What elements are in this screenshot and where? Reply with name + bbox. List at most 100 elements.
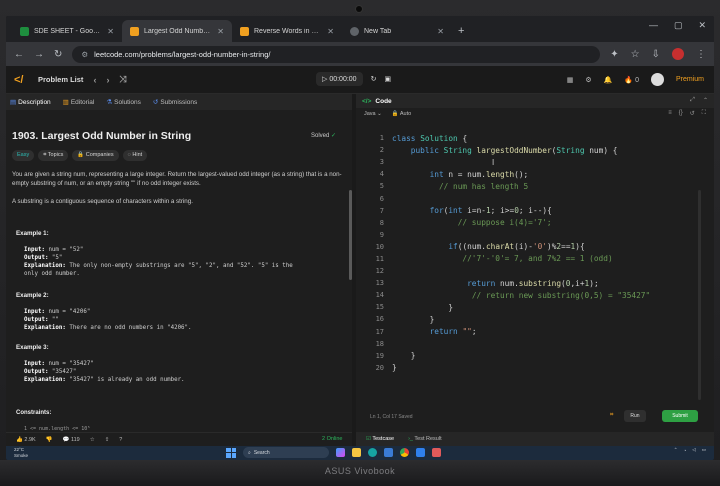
next-problem-icon[interactable]: › — [106, 75, 109, 85]
reset-icon[interactable]: ↺ — [690, 110, 695, 117]
close-icon[interactable]: ✕ — [217, 27, 224, 36]
brackets-icon[interactable]: {} — [679, 110, 683, 117]
user-avatar[interactable] — [650, 73, 664, 86]
back-icon[interactable]: ← — [14, 49, 24, 60]
site-info-icon[interactable]: ⚙ — [81, 50, 88, 59]
menu-kebab-icon[interactable]: ⋮ — [696, 49, 706, 60]
timer-button[interactable]: ▷ 00:00:00 — [316, 72, 363, 86]
tab-editorial[interactable]: ▥ Editorial — [63, 98, 95, 106]
tab-testcase[interactable]: ☑ Testcase — [366, 436, 394, 442]
tab-solutions[interactable]: ⚗ Solutions — [106, 98, 141, 106]
code-line[interactable]: 15 } — [356, 301, 714, 313]
autosave-toggle[interactable]: 🔒 Auto — [392, 111, 411, 117]
notes-icon[interactable]: ▣ — [384, 75, 391, 83]
minimize-icon[interactable]: — — [649, 20, 658, 31]
code-line[interactable]: 11 //'7'-'0'= 7, and 7%2 == 1 (odd) — [356, 253, 714, 265]
chrome-icon[interactable] — [400, 448, 409, 457]
store-icon[interactable] — [384, 448, 393, 457]
fullscreen-icon[interactable]: ⛶ — [702, 110, 706, 117]
file-explorer-icon[interactable] — [352, 448, 361, 457]
like-button[interactable]: 👍 2.9K — [16, 437, 36, 443]
submit-button[interactable]: Submit — [662, 410, 698, 422]
hint-chip[interactable]: ◌ Hint — [122, 150, 148, 161]
code-line[interactable]: 2 public String largestOddNumber(String … — [356, 144, 714, 156]
code-line[interactable]: 12 — [356, 265, 714, 277]
close-window-icon[interactable]: ✕ — [698, 20, 706, 31]
reload-icon[interactable]: ↻ — [54, 49, 62, 60]
volume-icon[interactable]: ◁ — [692, 447, 695, 453]
code-line[interactable]: 13 return num.substring(0,i+1); — [356, 277, 714, 289]
settings-icon[interactable]: ⚙ — [585, 76, 591, 84]
reset-timer-icon[interactable]: ↻ — [371, 75, 377, 83]
help-icon[interactable]: ? — [119, 437, 122, 443]
code-line[interactable]: 17 return ""; — [356, 326, 714, 338]
code-line[interactable]: 10 if((num.charAt(i)-'0')%2==1){ — [356, 241, 714, 253]
copilot-icon[interactable] — [336, 448, 345, 457]
code-line[interactable]: 19 } — [356, 350, 714, 362]
browser-tab-leetcode-active[interactable]: Largest Odd Number in String ✕ — [122, 20, 232, 42]
premium-link[interactable]: Premium — [676, 76, 704, 83]
prev-problem-icon[interactable]: ‹ — [93, 75, 96, 85]
leetcode-logo-icon[interactable]: </ — [14, 74, 26, 86]
browser-tab-sheets[interactable]: SDE SHEET - Google Sheets ✕ — [12, 20, 122, 42]
code-line[interactable]: 16 } — [356, 313, 714, 325]
language-select[interactable]: Java ⌄ — [364, 111, 382, 117]
maximize-icon[interactable]: ▢ — [674, 20, 683, 31]
run-button[interactable]: Run — [624, 410, 646, 422]
code-line[interactable]: 1 class Solution { — [356, 132, 714, 144]
browser-tab-reverse-words[interactable]: Reverse Words in a String - Lee ✕ — [232, 20, 342, 42]
edge-icon[interactable] — [368, 448, 377, 457]
taskbar-search[interactable]: ⌕ Search — [243, 447, 329, 458]
battery-icon[interactable]: ▭ — [702, 447, 706, 453]
problem-title[interactable]: 1903. Largest Odd Number in String — [12, 130, 191, 142]
tab-description[interactable]: ▤ Description — [10, 98, 51, 106]
tab-test-result[interactable]: ›_ Test Result — [408, 436, 442, 442]
comments-button[interactable]: 💬 119 — [63, 437, 80, 443]
debug-icon[interactable]: ⌗ — [610, 412, 613, 419]
left-scrollbar[interactable] — [349, 190, 352, 280]
browser-tab-new[interactable]: New Tab ✕ — [342, 20, 452, 42]
code-editor[interactable]: 1 class Solution {2 public String largest… — [356, 132, 714, 374]
problem-list-link[interactable]: Problem List — [38, 75, 83, 84]
code-line[interactable]: 5 // num has length 5 — [356, 180, 714, 192]
code-line[interactable]: 8 // suppose i(4)='7'; — [356, 217, 714, 229]
windows-start-icon[interactable] — [226, 447, 236, 458]
code-line[interactable]: 14 // return new substring(0,5) = "35427… — [356, 289, 714, 301]
chevron-up-icon[interactable]: ⌃ — [674, 447, 678, 453]
code-line[interactable]: 6 — [356, 192, 714, 204]
new-tab-button[interactable]: + — [458, 20, 464, 42]
dislike-button[interactable]: 👎 — [46, 437, 53, 443]
align-icon[interactable]: ≡ — [668, 110, 672, 117]
close-icon[interactable]: ✕ — [107, 27, 114, 36]
code-line[interactable]: 9 — [356, 229, 714, 241]
code-line[interactable]: 4 int n = num.length(); — [356, 168, 714, 180]
streak-counter[interactable]: 🔥 0 — [624, 76, 639, 84]
weather-widget[interactable]: 22°C Smoke — [14, 447, 28, 459]
app-icon[interactable] — [432, 448, 441, 457]
shuffle-icon[interactable]: ⤨ — [119, 74, 126, 85]
tab-submissions[interactable]: ↺ Submissions — [153, 98, 197, 106]
vscode-icon[interactable] — [416, 448, 425, 457]
download-icon[interactable]: ⇩ — [652, 49, 660, 60]
wifi-icon[interactable]: ◔ — [684, 448, 687, 453]
close-icon[interactable]: ✕ — [437, 27, 444, 36]
forward-icon[interactable]: → — [34, 49, 44, 60]
companies-chip[interactable]: 🔒 Companies — [72, 150, 119, 161]
extensions-icon[interactable]: ✦ — [610, 49, 618, 60]
favorite-icon[interactable]: ☆ — [90, 437, 95, 443]
topics-chip[interactable]: ⌗ Topics — [38, 150, 69, 161]
bookmark-star-icon[interactable]: ☆ — [631, 49, 640, 60]
editor-scrollbar[interactable] — [698, 190, 701, 400]
url-field[interactable]: ⚙ leetcode.com/problems/largest-odd-numb… — [72, 45, 601, 63]
profile-avatar[interactable] — [672, 48, 684, 60]
code-line[interactable]: 7 for(int i=n-1; i>=0; i--){ — [356, 205, 714, 217]
code-line[interactable]: 3 — [356, 156, 714, 168]
code-line[interactable]: 18 — [356, 338, 714, 350]
share-icon[interactable]: ⇪ — [105, 437, 110, 443]
notifications-icon[interactable]: 🔔 — [604, 76, 613, 84]
maximize-icon[interactable]: ⤢ — [690, 97, 695, 104]
collapse-icon[interactable]: ⌃ — [703, 97, 708, 104]
close-icon[interactable]: ✕ — [327, 27, 334, 36]
layout-icon[interactable]: ▦ — [567, 76, 574, 84]
code-line[interactable]: 20} — [356, 362, 714, 374]
